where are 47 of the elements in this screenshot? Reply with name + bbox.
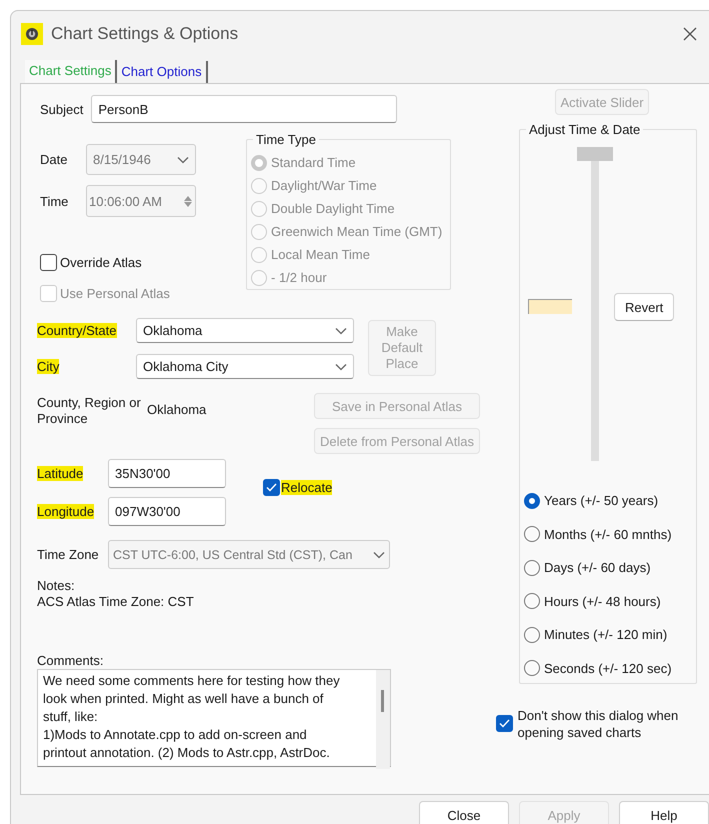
comments-field[interactable]: We need some comments here for testing how they look when printed. Might as well have a bunch of stuff, like: 1)Mods to Annotate.cpp to add on-screen and printout annotation. (2) Mods to Astr.cpp, AstrDoc.: [37, 669, 391, 767]
country-dropdown[interactable]: Oklahoma: [136, 318, 354, 343]
dont-show-label: Don't show this dialog when opening saved charts: [518, 707, 680, 741]
latitude-field[interactable]: 35N30'00: [108, 459, 226, 488]
time-label: Time: [40, 194, 70, 208]
city-dropdown[interactable]: Oklahoma City: [136, 354, 354, 379]
unit-option[interactable]: Months (+/- 60 mnths): [524, 522, 696, 546]
unit-option[interactable]: Seconds (+/- 120 sec): [524, 656, 696, 680]
checkbox[interactable]: [40, 254, 57, 271]
slider-thumb[interactable]: [577, 147, 613, 161]
chevron-down-icon: [373, 550, 385, 558]
unit-option[interactable]: Years (+/- 50 years): [524, 489, 696, 512]
window-title: Chart Settings & Options: [51, 24, 238, 44]
county-value: Oklahoma: [147, 402, 208, 417]
subject-label: Subject: [40, 102, 84, 116]
check-icon: [498, 719, 510, 728]
check-icon: [266, 483, 277, 492]
longitude-label: Longitude: [37, 504, 94, 519]
relocate-label: Relocate: [281, 480, 332, 495]
notes-label: Notes:: [37, 578, 76, 593]
dont-show-checkbox[interactable]: [496, 715, 512, 732]
chevron-down-icon: [177, 156, 189, 164]
unit-option[interactable]: Minutes (+/- 120 min): [524, 623, 696, 646]
group-title: Adjust Time & Date: [528, 122, 642, 137]
unit-option[interactable]: Hours (+/- 48 hours): [524, 590, 696, 612]
longitude-field[interactable]: 097W30'00: [108, 497, 226, 526]
county-label: County, Region or Province: [37, 395, 142, 427]
value-box: [528, 299, 572, 314]
relocate-checkbox[interactable]: [263, 479, 280, 496]
chevron-down-icon: [335, 326, 347, 334]
revert-button[interactable]: Revert: [614, 293, 674, 321]
chevron-down-icon: [335, 362, 347, 370]
group-title: Time Type: [255, 132, 317, 147]
comments-label: Comments:: [37, 653, 104, 668]
latitude-label: Latitude: [37, 466, 84, 481]
app-icon: [21, 23, 43, 45]
unit-option[interactable]: Days (+/- 60 days): [524, 556, 696, 579]
dialog-button[interactable]: Help: [619, 801, 709, 824]
checkbox-label: Use Personal Atlas: [60, 286, 170, 301]
scrollbar[interactable]: [376, 670, 390, 769]
subject-field[interactable]: PersonB: [91, 95, 398, 123]
country-label: Country/State: [37, 323, 116, 338]
time-zone-label: Time Zone: [37, 547, 100, 562]
notes-text: ACS Atlas Time Zone: CST: [37, 594, 195, 609]
checkbox-label: Override Atlas: [60, 255, 142, 270]
date-label: Date: [40, 152, 68, 167]
dialog-button[interactable]: Close: [419, 801, 509, 824]
